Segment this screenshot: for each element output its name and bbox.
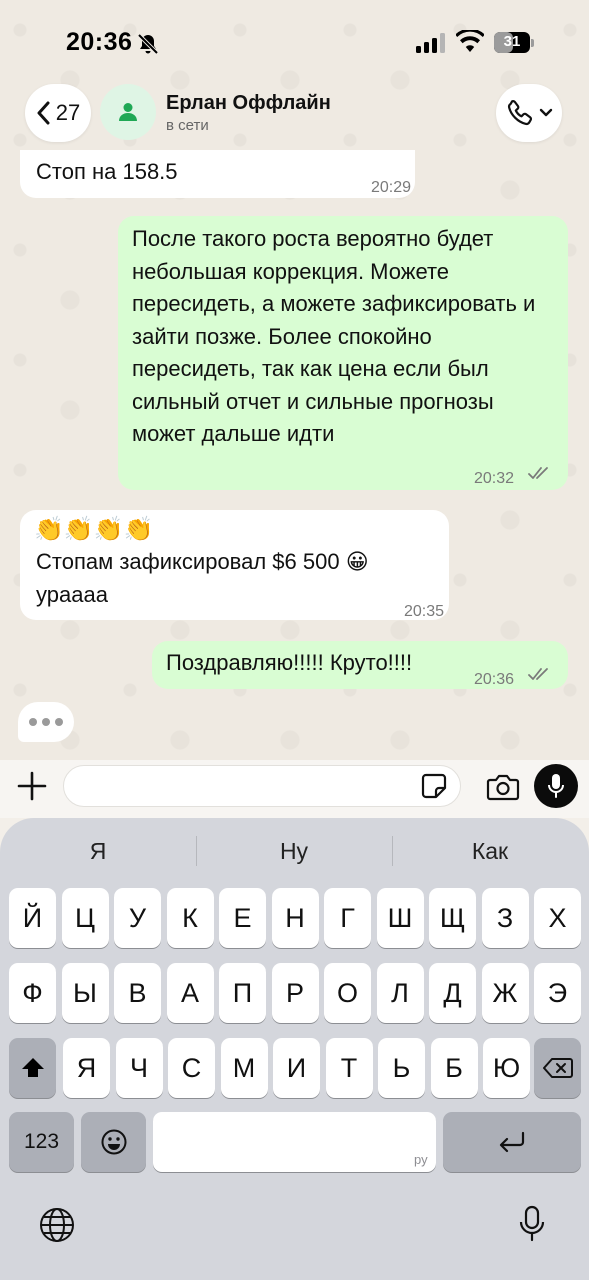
key-letter[interactable]: У: [114, 888, 161, 948]
typing-indicator: [18, 702, 74, 742]
shift-icon: [21, 1058, 44, 1077]
globe-icon[interactable]: [38, 1206, 76, 1244]
key-letter[interactable]: Р: [271, 963, 319, 1023]
contact-name[interactable]: Ерлан Оффлайн: [166, 92, 331, 115]
shift-key[interactable]: [9, 1038, 56, 1098]
typing-dot: [55, 718, 63, 726]
message-outgoing[interactable]: Поздравляю!!!!! Круто!!!! 20:36: [152, 641, 568, 689]
key-letter[interactable]: К: [166, 888, 214, 948]
space-key[interactable]: [153, 1112, 436, 1172]
suggestion-item[interactable]: Ну: [196, 838, 392, 865]
key-letter[interactable]: И: [273, 1038, 320, 1098]
key-letter[interactable]: Й: [9, 888, 56, 948]
key-letter[interactable]: Е: [219, 888, 266, 948]
key-letter[interactable]: М: [220, 1038, 268, 1098]
key-letter[interactable]: Ь: [378, 1038, 425, 1098]
key-letter[interactable]: С: [168, 1038, 215, 1098]
return-icon: [499, 1131, 525, 1153]
key-letter[interactable]: Ф: [9, 963, 56, 1023]
emoji-icon: [101, 1129, 126, 1155]
key-letter[interactable]: Г: [324, 888, 371, 948]
key-letter[interactable]: Л: [376, 963, 424, 1023]
key-letter[interactable]: Д: [429, 963, 476, 1023]
key-letter[interactable]: Ы: [61, 963, 109, 1023]
key-letter[interactable]: Б: [430, 1038, 478, 1098]
suggestion-bar: Я Ну Как: [0, 818, 589, 886]
key-letter[interactable]: Ю: [483, 1038, 530, 1098]
back-button[interactable]: 27: [25, 84, 91, 142]
message-input[interactable]: [63, 765, 461, 807]
bell-slash-icon: [137, 33, 159, 55]
key-letter[interactable]: З: [481, 888, 529, 948]
status-bar: 20:36 31: [0, 0, 589, 80]
message-outgoing[interactable]: После такого роста вероятно будет неболь…: [118, 216, 568, 490]
message-emoji: 👏👏👏👏: [34, 516, 154, 543]
person-icon: [119, 103, 137, 121]
key-letter[interactable]: Ч: [115, 1038, 163, 1098]
avatar[interactable]: [100, 84, 156, 140]
message-text: Стоп на 158.5: [36, 159, 178, 184]
key-letter[interactable]: Я: [63, 1038, 110, 1098]
chevron-down-icon: [539, 108, 553, 117]
sticker-icon[interactable]: [420, 772, 448, 800]
composer: [0, 760, 589, 818]
chevron-left-icon: [37, 101, 50, 125]
key-letter[interactable]: Ш: [376, 888, 424, 948]
key-letter[interactable]: Щ: [429, 888, 476, 948]
message-incoming[interactable]: 👏👏👏👏 Стопам зафиксировал $6 500 😀 ураааа…: [20, 510, 449, 620]
key-letter[interactable]: В: [114, 963, 161, 1023]
numbers-key[interactable]: 123: [9, 1112, 74, 1172]
voice-message-button[interactable]: [534, 764, 578, 808]
key-letter[interactable]: П: [219, 963, 266, 1023]
plus-icon[interactable]: [16, 770, 48, 802]
key-letter[interactable]: Х: [534, 888, 581, 948]
signal-icon: [416, 33, 445, 53]
message-text: После такого роста вероятно будет неболь…: [132, 226, 542, 446]
typing-dot: [29, 718, 37, 726]
language-hint: ру: [414, 1152, 428, 1167]
key-letter[interactable]: Э: [534, 963, 581, 1023]
message-text: Поздравляю!!!!! Круто!!!!: [166, 650, 413, 675]
message-time: 20:29: [371, 179, 412, 196]
message-incoming[interactable]: Стоп на 158.5 20:29: [20, 150, 415, 198]
emoji-key[interactable]: [81, 1112, 146, 1172]
return-key[interactable]: [443, 1112, 581, 1172]
battery-icon: 31: [494, 32, 534, 54]
typing-dot: [42, 718, 50, 726]
key-letter[interactable]: О: [324, 963, 371, 1023]
backspace-icon: [542, 1058, 573, 1078]
camera-icon[interactable]: [486, 772, 520, 802]
phone-icon: [507, 100, 533, 126]
message-time: 20:35: [404, 603, 445, 620]
battery-percent: 31: [503, 33, 521, 50]
suggestion-item[interactable]: Я: [0, 838, 196, 865]
key-letter[interactable]: Ц: [61, 888, 109, 948]
status-time: 20:36: [66, 28, 133, 56]
double-check-icon: [528, 668, 548, 680]
wifi-icon: [456, 30, 484, 52]
chat-header: 27 Ерлан Оффлайн в сети: [0, 80, 589, 150]
key-letter[interactable]: Н: [271, 888, 319, 948]
key-letter[interactable]: Т: [325, 1038, 373, 1098]
key-letter[interactable]: Ж: [481, 963, 529, 1023]
dictation-icon[interactable]: [518, 1204, 546, 1244]
key-letter[interactable]: А: [166, 963, 214, 1023]
double-check-icon: [528, 467, 548, 479]
microphone-icon: [548, 774, 564, 798]
message-time: 20:32: [474, 470, 515, 487]
message-time: 20:36: [474, 671, 515, 688]
call-button[interactable]: [496, 84, 562, 142]
contact-status: в сети: [166, 117, 209, 134]
unread-count: 27: [55, 100, 81, 125]
message-text: Стопам зафиксировал $6 500 😀 ураааа: [36, 549, 375, 607]
backspace-key[interactable]: [534, 1038, 581, 1098]
suggestion-item[interactable]: Как: [392, 838, 588, 865]
